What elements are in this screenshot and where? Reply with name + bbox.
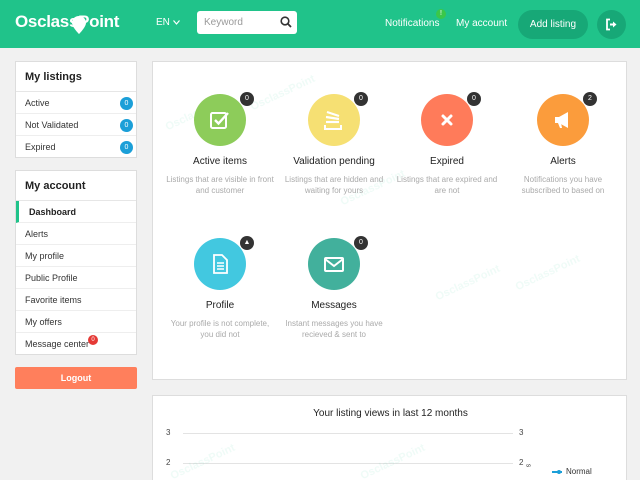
sidebar-item-alerts[interactable]: Alerts <box>16 223 136 245</box>
count-badge: 0 <box>120 119 133 132</box>
sidebar-item-label: Active <box>25 98 50 108</box>
gridline <box>183 463 513 464</box>
logo[interactable]: OsclassPoint <box>15 12 119 32</box>
tile-circle: 2 <box>537 92 597 146</box>
close-icon <box>441 114 453 126</box>
search-icon[interactable] <box>280 16 292 28</box>
sidebar-item-favorite-items[interactable]: Favorite items <box>16 289 136 311</box>
count-badge: 0 <box>120 97 133 110</box>
gridline <box>183 433 513 434</box>
tile-badge: 0 <box>354 236 368 250</box>
tile-circle: 0 <box>308 236 368 290</box>
sidebar-item-my-profile[interactable]: My profile <box>16 245 136 267</box>
tile-title: Validation pending <box>293 156 375 167</box>
listing-views-chart-panel: Your listing views in last 12 months 3 2… <box>152 395 627 480</box>
logout-button[interactable]: Logout <box>15 367 137 389</box>
sidebar-item-expired[interactable]: Expired 0 <box>16 136 136 158</box>
notifications-link[interactable]: Notifications <box>385 18 439 29</box>
watermark: OsclassPoint <box>358 441 427 480</box>
tile-description: Listings that are visible in front and c… <box>166 175 274 195</box>
search-input[interactable] <box>197 11 275 34</box>
dashboard-panel: OsclassPoint OsclassPoint OsclassPoint O… <box>152 61 627 380</box>
tile-badge: 0 <box>467 92 481 106</box>
watermark: OsclassPoint <box>513 252 582 294</box>
my-listings-box: My listings Active 0 Not Validated 0 Exp… <box>15 61 137 158</box>
sidebar-item-dashboard[interactable]: Dashboard <box>16 201 136 223</box>
sidebar-item-message-center[interactable]: Message center 0 <box>16 333 136 355</box>
tile-expired[interactable]: 0 Expired Listings that are expired and … <box>392 92 502 196</box>
envelope-icon <box>324 257 344 272</box>
search-box <box>197 11 297 34</box>
tile-description: Listings that are expired and are not <box>396 175 498 195</box>
tile-description: Instant messages you have recieved & sen… <box>285 319 383 339</box>
sidebar-item-label: Message center <box>25 339 90 349</box>
tile-title: Alerts <box>550 156 576 167</box>
tile-title: Messages <box>311 300 357 311</box>
tile-description: Notifications you have subscribed to bas… <box>521 175 605 195</box>
tile-validation-pending[interactable]: 0 Validation pending Listings that are h… <box>279 92 389 196</box>
language-selector[interactable]: EN <box>156 17 180 28</box>
my-account-box: My account Dashboard Alerts My profile P… <box>15 170 137 355</box>
y-tick-left: 2 <box>166 458 171 467</box>
count-badge: 0 <box>120 141 133 154</box>
message-count-badge: 0 <box>88 335 99 345</box>
watermark: OsclassPoint <box>433 262 502 304</box>
tile-profile[interactable]: ▲ Profile Your profile is not complete, … <box>165 236 275 340</box>
y-tick-left: 3 <box>166 428 171 437</box>
right-axis-label: s <box>524 463 532 468</box>
legend-item-normal[interactable]: Normal <box>552 467 592 476</box>
tile-alerts[interactable]: 2 Alerts Notifications you have subscrib… <box>508 92 618 196</box>
tile-title: Active items <box>193 156 247 167</box>
top-header: OsclassPoint EN Notifications ! My accou… <box>0 0 640 48</box>
tile-active-items[interactable]: 0 Active items Listings that are visible… <box>165 92 275 196</box>
legend-label: Normal <box>566 467 592 476</box>
my-account-title: My account <box>16 171 136 201</box>
tile-circle: 0 <box>308 92 368 146</box>
tile-badge: 0 <box>354 92 368 106</box>
tile-circle: 0 <box>194 92 254 146</box>
sign-out-icon <box>606 18 617 31</box>
stack-icon <box>324 110 342 130</box>
my-listings-title: My listings <box>16 62 136 92</box>
y-tick-right: 2 <box>519 458 524 467</box>
language-label: EN <box>156 17 170 28</box>
logout-icon-button[interactable] <box>597 10 626 39</box>
sidebar-item-public-profile[interactable]: Public Profile <box>16 267 136 289</box>
tile-messages[interactable]: 0 Messages Instant messages you have rec… <box>279 236 389 340</box>
sidebar-item-label: Expired <box>25 142 56 152</box>
warning-badge: ▲ <box>240 236 254 250</box>
tile-description: Your profile is not complete, you did no… <box>170 319 270 339</box>
tile-title: Profile <box>205 300 235 311</box>
tile-title: Expired <box>430 156 464 167</box>
sidebar-item-not-validated[interactable]: Not Validated 0 <box>16 114 136 136</box>
notifications-badge: ! <box>436 9 446 19</box>
chevron-down-icon <box>172 19 180 25</box>
sidebar-item-label: Not Validated <box>25 120 79 130</box>
legend-dot <box>557 469 561 474</box>
tile-description: Listings that are hidden and waiting for… <box>284 175 384 195</box>
add-listing-button[interactable]: Add listing <box>518 10 588 39</box>
check-icon <box>210 112 229 129</box>
tile-badge: 0 <box>240 92 254 106</box>
y-tick-right: 3 <box>519 428 524 437</box>
map-pin-icon <box>72 16 86 34</box>
my-account-link[interactable]: My account <box>456 18 507 29</box>
watermark: OsclassPoint <box>168 441 237 480</box>
tile-badge: 2 <box>583 92 597 106</box>
sidebar-item-my-offers[interactable]: My offers <box>16 311 136 333</box>
document-icon <box>213 254 228 274</box>
sidebar-item-active[interactable]: Active 0 <box>16 92 136 114</box>
tile-circle: 0 <box>421 92 481 146</box>
tile-circle: ▲ <box>194 236 254 290</box>
chart-title: Your listing views in last 12 months <box>313 408 468 419</box>
megaphone-icon <box>555 112 568 128</box>
